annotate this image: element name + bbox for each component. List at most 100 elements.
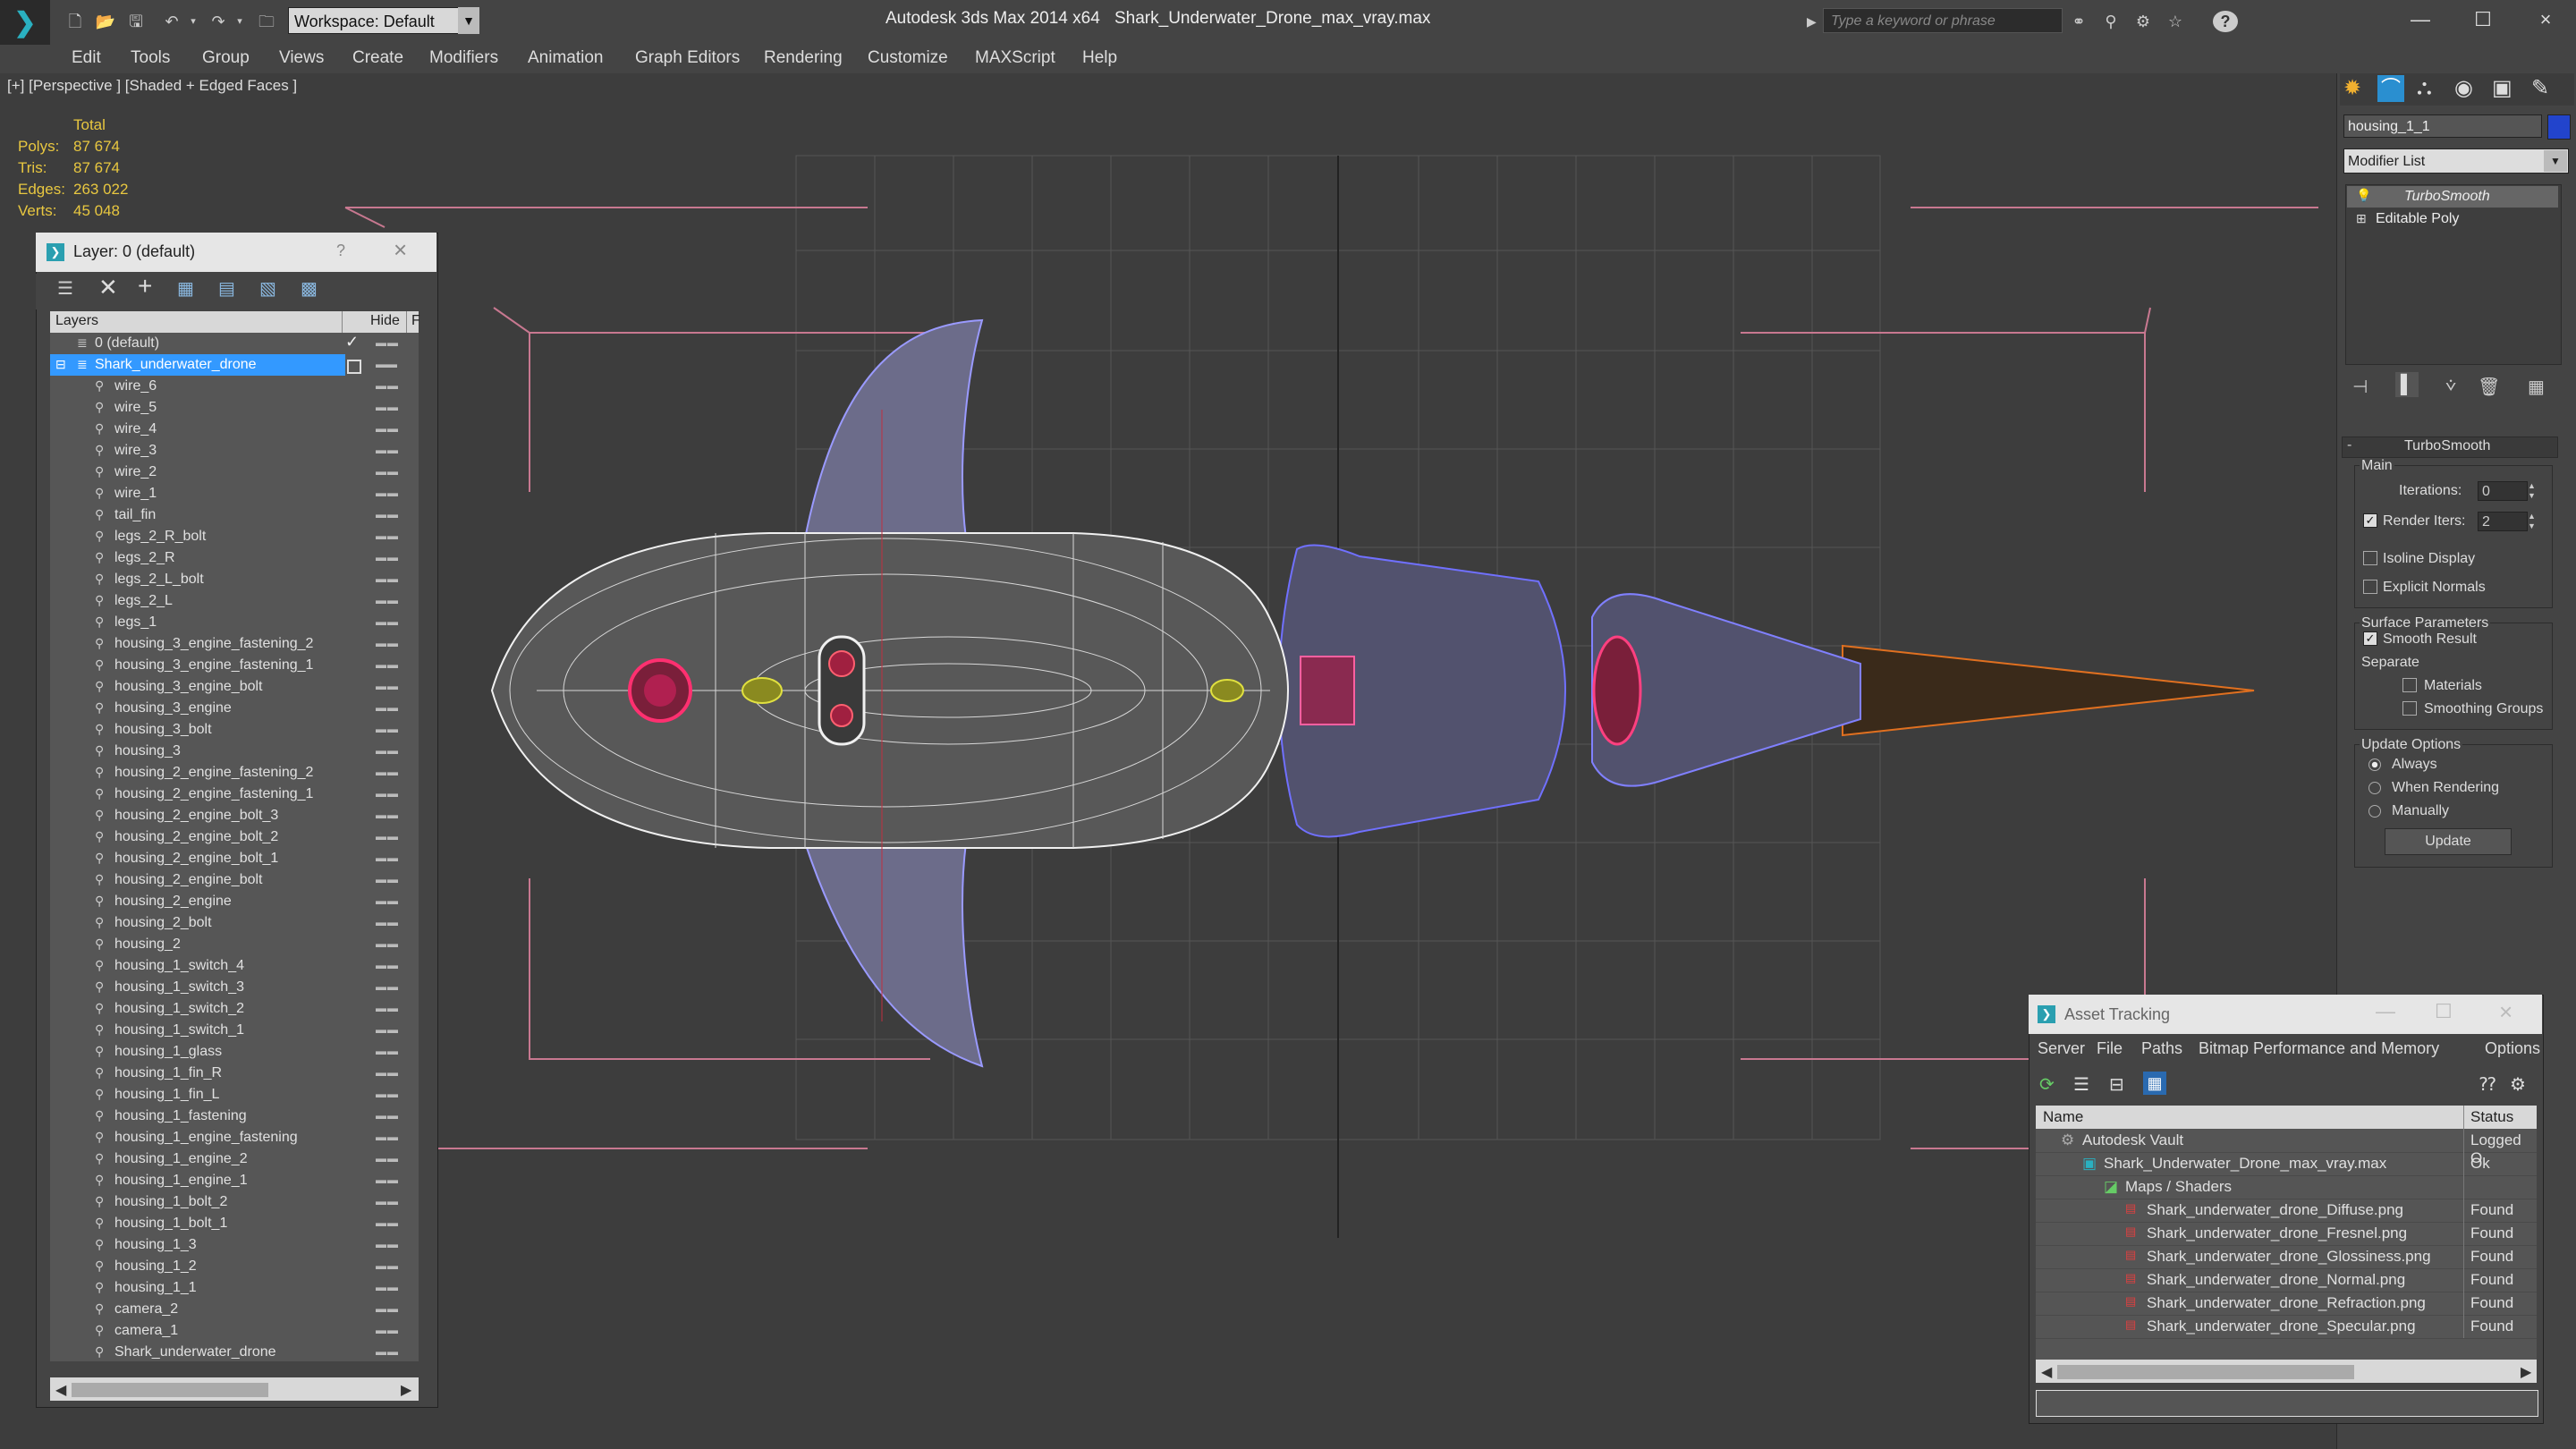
hide-toggle[interactable]: ▬▬ [376, 852, 399, 864]
object-row[interactable]: ⚲ tail_fin ▬▬ [50, 504, 419, 526]
asset-row[interactable]: ▤ Shark_underwater_drone_Specular.png Foun… [2036, 1315, 2537, 1339]
object-row[interactable]: ⚲ housing_2_engine_bolt_2 ▬▬ [50, 826, 419, 848]
table-view-icon[interactable]: ▦ [2143, 1072, 2166, 1095]
status-column-header[interactable]: Status [2470, 1108, 2513, 1126]
asset-menu-bitmap[interactable]: Bitmap Performance and Memory [2199, 1039, 2439, 1058]
hide-toggle[interactable]: ▬▬ [376, 1131, 399, 1143]
open-file-icon[interactable]: 📂 [95, 11, 116, 32]
utilities-tab-icon[interactable]: ✎ [2531, 75, 2549, 101]
hide-toggle[interactable]: ▬▬ [376, 980, 399, 993]
object-row[interactable]: ⚲ housing_1_engine_fastening ▬▬ [50, 1127, 419, 1148]
object-name-field[interactable]: housing_1_1 [2343, 114, 2542, 138]
isoline-display-checkbox[interactable] [2363, 551, 2377, 565]
menu-customize[interactable]: Customize [868, 48, 948, 68]
object-row[interactable]: ⚲ housing_2 ▬▬ [50, 934, 419, 955]
asset-menu-paths[interactable]: Paths [2141, 1039, 2182, 1058]
active-layer-check-icon[interactable]: ✓ [345, 333, 359, 352]
highlight-layer-icon[interactable]: ▤ [218, 277, 235, 300]
refresh-icon[interactable]: ⟳ [2039, 1073, 2055, 1096]
viewport-label[interactable]: [+] [Perspective ] [Shaded + Edged Faces… [7, 77, 297, 95]
hide-toggle[interactable]: ▬▬ [376, 401, 399, 413]
explicit-normals-checkbox[interactable] [2363, 580, 2377, 594]
object-row[interactable]: ⚲ wire_6 ▬▬ [50, 376, 419, 397]
scroll-left-icon[interactable]: ◀ [2041, 1363, 2052, 1381]
asset-settings-icon[interactable]: ⚙ [2510, 1073, 2526, 1096]
object-row[interactable]: ⚲ housing_1_bolt_2 ▬▬ [50, 1191, 419, 1213]
object-row[interactable]: ⚲ housing_3_engine ▬▬ [50, 698, 419, 719]
object-row[interactable]: ⚲ housing_2_engine_bolt_1 ▬▬ [50, 848, 419, 869]
hide-toggle[interactable]: ▬▬ [376, 744, 399, 757]
hide-toggle[interactable]: ▬▬ [376, 1216, 399, 1229]
hide-toggle[interactable]: ▬▬ [376, 551, 399, 564]
layer-current-box[interactable] [347, 360, 361, 374]
asset-close-icon[interactable]: × [2499, 998, 2512, 1026]
object-row[interactable]: ⚲ housing_2_engine_fastening_1 ▬▬ [50, 784, 419, 805]
render-iters-spinner[interactable]: 2 [2478, 512, 2528, 531]
object-row[interactable]: ⚲ legs_2_L ▬▬ [50, 590, 419, 612]
smooth-result-checkbox[interactable]: ✓ [2363, 631, 2377, 646]
object-color-swatch[interactable] [2547, 114, 2571, 140]
asset-minimize-icon[interactable]: — [2376, 1000, 2395, 1023]
layers-list-icon[interactable]: ☰ [57, 277, 73, 300]
object-row[interactable]: ⚲ housing_1_engine_1 ▬▬ [50, 1170, 419, 1191]
hide-toggle[interactable]: ▬▬ [376, 1259, 399, 1272]
hide-toggle[interactable]: ▬▬ [376, 1152, 399, 1165]
asset-row[interactable]: ◪ Maps / Shaders [2036, 1175, 2537, 1199]
object-row[interactable]: ⚲ wire_4 ▬▬ [50, 419, 419, 440]
object-row[interactable]: ⚲ wire_3 ▬▬ [50, 440, 419, 462]
manually-radio[interactable] [2368, 805, 2381, 818]
workspace-select[interactable]: Workspace: Default [288, 7, 479, 34]
menu-graph-editors[interactable]: Graph Editors [635, 48, 740, 68]
object-row[interactable]: ⚲ housing_3_engine_fastening_2 ▬▬ [50, 633, 419, 655]
asset-row[interactable]: ▤ Shark_underwater_drone_Diffuse.png Found [2036, 1199, 2537, 1223]
object-row[interactable]: ⚲ housing_1_glass ▬▬ [50, 1041, 419, 1063]
materials-checkbox[interactable] [2402, 678, 2417, 692]
search-input[interactable]: Type a keyword or phrase [1823, 8, 2063, 33]
save-icon[interactable]: 🖫 [125, 11, 147, 32]
hide-toggle[interactable]: ▬▬ [376, 766, 399, 778]
hide-toggle[interactable]: ▬▬ [376, 508, 399, 521]
motion-tab-icon[interactable]: ◉ [2454, 75, 2473, 101]
hide-toggle[interactable]: ▬▬ [376, 1238, 399, 1250]
show-end-result-icon[interactable]: ▌ [2395, 372, 2419, 397]
add-layer-icon[interactable]: + [138, 272, 152, 301]
expand-plus-icon[interactable]: ⊞ [2356, 211, 2367, 226]
hide-toggle[interactable]: ▬▬ [376, 787, 399, 800]
hide-toggle[interactable]: ▬▬ [376, 379, 399, 392]
asset-row[interactable]: ⚙ Autodesk Vault Logged O [2036, 1129, 2537, 1166]
hide-toggle[interactable]: ▬▬ [376, 723, 399, 735]
hide-all-icon[interactable]: ▧ [259, 277, 276, 300]
menu-animation[interactable]: Animation [528, 48, 604, 68]
asset-path-input[interactable] [2036, 1390, 2538, 1417]
always-radio[interactable] [2368, 758, 2381, 771]
asset-row[interactable]: ▤ Shark_underwater_drone_Normal.png Found [2036, 1268, 2537, 1292]
remove-modifier-icon[interactable]: 🗑 [2478, 376, 2500, 398]
menu-maxscript[interactable]: MAXScript [975, 48, 1055, 68]
chevron-down-icon[interactable]: ▼ [2544, 150, 2567, 172]
object-row[interactable]: ⚲ housing_1_2 ▬▬ [50, 1256, 419, 1277]
object-row[interactable]: ⚲ housing_2_bolt ▬▬ [50, 912, 419, 934]
hide-toggle[interactable]: ▬▬ [376, 1066, 399, 1079]
stack-item-editable-poly[interactable]: Editable Poly [2376, 211, 2459, 227]
hide-toggle[interactable]: ▬▬ [376, 487, 399, 499]
hide-toggle[interactable]: ▬▬ [376, 1045, 399, 1057]
undo-icon[interactable]: ↶ [161, 11, 182, 32]
asset-menu-server[interactable]: Server [2038, 1039, 2085, 1058]
communication-center-icon[interactable]: ⚲ [2100, 11, 2122, 32]
object-row[interactable]: ⚲ legs_2_R_bolt ▬▬ [50, 526, 419, 547]
object-row[interactable]: ⚲ housing_3_engine_fastening_1 ▬▬ [50, 655, 419, 676]
scroll-right-icon[interactable]: ▶ [401, 1381, 411, 1399]
list-view-icon[interactable]: ☰ [2073, 1073, 2089, 1096]
hide-toggle[interactable]: ▬▬ [376, 1324, 399, 1336]
hide-toggle[interactable]: ▬▬ [376, 637, 399, 649]
hide-toggle[interactable]: ▬▬ [376, 1281, 399, 1293]
hide-toggle[interactable]: ▬▬ [376, 937, 399, 950]
search-expand-icon[interactable]: ▶ [1807, 11, 1819, 32]
object-row[interactable]: ⚲ housing_1_fin_L ▬▬ [50, 1084, 419, 1106]
hide-toggle[interactable]: ▬▬ [376, 358, 397, 370]
object-row[interactable]: ⚲ housing_2_engine_bolt_3 ▬▬ [50, 805, 419, 826]
rollout-collapse-icon[interactable]: - [2347, 437, 2351, 453]
hide-toggle[interactable]: ▬▬ [376, 680, 399, 692]
hide-toggle[interactable]: ▬▬ [376, 1302, 399, 1315]
asset-row[interactable]: ▤ Shark_underwater_drone_Fresnel.png Found [2036, 1222, 2537, 1246]
